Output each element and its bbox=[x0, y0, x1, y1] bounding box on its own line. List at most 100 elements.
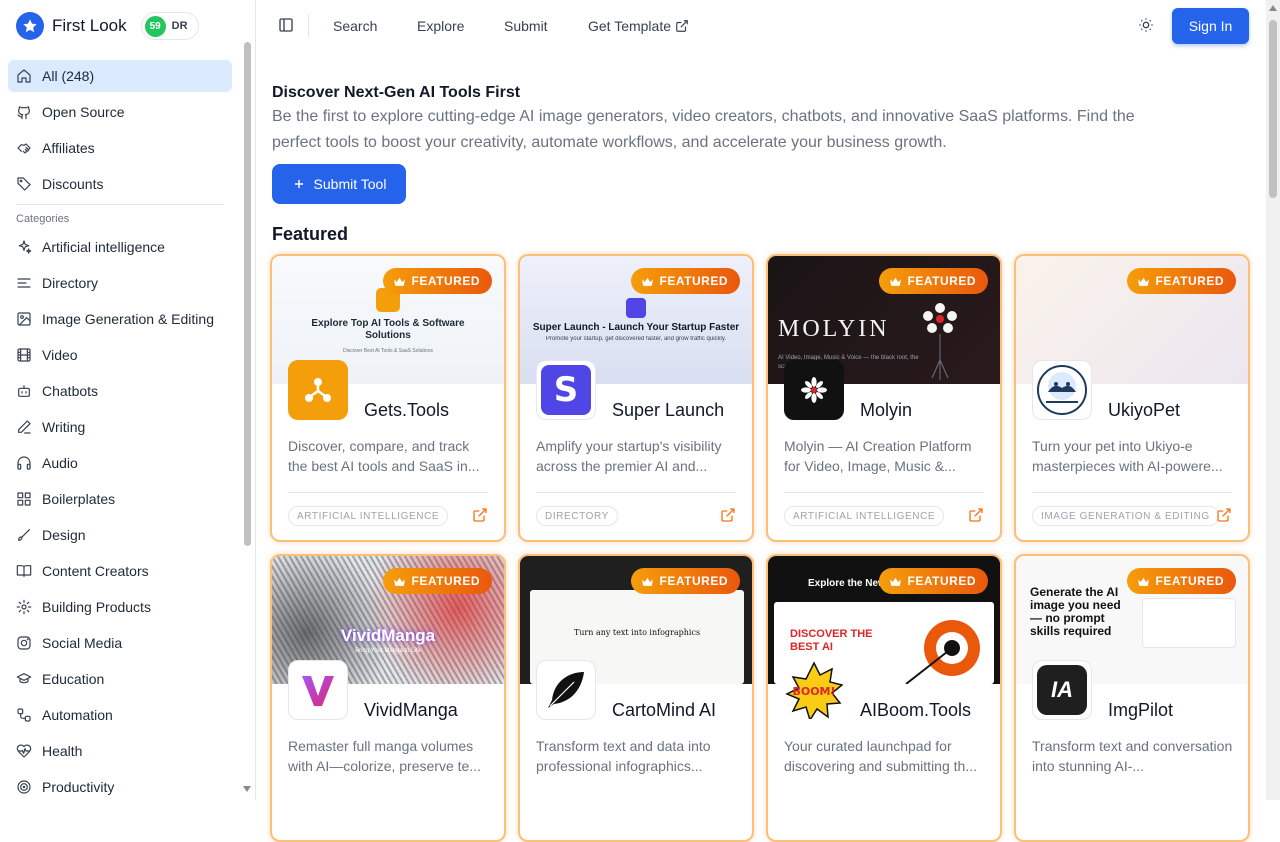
card-description: Amplify your startup's visibility across… bbox=[536, 438, 722, 474]
sidebar-item-health[interactable]: Health bbox=[8, 735, 232, 767]
flower-icon bbox=[923, 303, 957, 380]
external-link-icon[interactable] bbox=[968, 507, 984, 523]
featured-badge: FEATURED bbox=[630, 268, 740, 294]
card-category-tag[interactable]: IMAGE GENERATION & EDITING bbox=[1032, 506, 1219, 526]
main-scrollbar-thumb[interactable] bbox=[1269, 20, 1277, 198]
featured-badge: FEATURED bbox=[382, 268, 492, 294]
card-category-tag[interactable]: ARTIFICIAL INTELLIGENCE bbox=[288, 506, 449, 526]
external-link-icon[interactable] bbox=[720, 507, 736, 523]
external-link-icon[interactable] bbox=[472, 507, 488, 523]
featured-card[interactable]: MOLYIN AI Video, Image, Music & Voice — … bbox=[766, 254, 1002, 542]
sidebar-item-discounts[interactable]: Discounts bbox=[8, 168, 232, 200]
dr-label: DR bbox=[171, 20, 188, 32]
thumb-title: Explore Top AI Tools & Software Solution… bbox=[311, 318, 465, 341]
nav-submit-link[interactable]: Submit bbox=[504, 18, 548, 34]
sidebar-item-automation[interactable]: Automation bbox=[8, 699, 232, 731]
sidebar-item-open-source[interactable]: Open Source bbox=[8, 96, 232, 128]
card-category-tag[interactable]: ARTIFICIAL INTELLIGENCE bbox=[784, 506, 945, 526]
sidebar-item-label: Video bbox=[42, 347, 78, 363]
hero-title: Discover Next-Gen AI Tools First bbox=[272, 84, 521, 101]
sidebar-item-chatbots[interactable]: Chatbots bbox=[8, 375, 232, 407]
super-launch-logo-icon: S bbox=[541, 365, 591, 415]
sidebar-item-design[interactable]: Design bbox=[8, 519, 232, 551]
featured-card[interactable]: Generate the AI image you need — no prom… bbox=[1014, 554, 1250, 842]
sign-in-button[interactable]: Sign In bbox=[1172, 8, 1249, 44]
brand-name: First Look bbox=[52, 16, 127, 35]
card-description: Molyin — AI Creation Platform for Video,… bbox=[784, 438, 972, 474]
featured-badge-label: FEATURED bbox=[659, 274, 728, 288]
featured-badge: FEATURED bbox=[878, 268, 988, 294]
card-divider bbox=[1032, 492, 1232, 493]
list-icon bbox=[17, 278, 31, 288]
sidebar-item-all[interactable]: All (248) bbox=[8, 60, 232, 92]
nav-explore-link[interactable]: Explore bbox=[417, 18, 464, 34]
topbar-divider bbox=[308, 14, 309, 38]
molyin-logo-icon bbox=[801, 377, 827, 403]
brand[interactable]: First Look 59 DR bbox=[16, 12, 199, 40]
sidebar-item-education[interactable]: Education bbox=[8, 663, 232, 695]
card-category-tag[interactable]: DIRECTORY bbox=[536, 506, 618, 526]
boom-logo-icon: BOOM! bbox=[785, 661, 843, 719]
nav-search-link[interactable]: Search bbox=[333, 18, 377, 34]
home-icon bbox=[17, 69, 31, 83]
featured-card[interactable]: Explore Top AI Tools & Software Solution… bbox=[270, 254, 506, 542]
sidebar-item-label: Boilerplates bbox=[42, 491, 116, 507]
sidebar-item-social-media[interactable]: Social Media bbox=[8, 627, 232, 659]
crown-icon bbox=[641, 277, 653, 286]
featured-card[interactable]: Explore the New DISCOVER THE BEST AI FEA… bbox=[766, 554, 1002, 842]
target-art-icon bbox=[905, 620, 980, 684]
sidebar-item-image-generation[interactable]: Image Generation & Editing bbox=[8, 303, 232, 335]
main-scroll-up-icon[interactable] bbox=[1269, 5, 1277, 11]
sidebar-item-label: Writing bbox=[42, 419, 86, 435]
pen-icon bbox=[18, 420, 31, 434]
sidebar-nav: All (248) Open Source Affiliates Discoun… bbox=[8, 60, 232, 807]
featured-badge: FEATURED bbox=[1126, 568, 1236, 594]
sidebar-item-boilerplates[interactable]: Boilerplates bbox=[8, 483, 232, 515]
sidebar-item-label: All (248) bbox=[42, 68, 95, 84]
featured-badge: FEATURED bbox=[382, 568, 492, 594]
submit-tool-button[interactable]: Submit Tool bbox=[272, 164, 406, 204]
featured-card[interactable]: Turn any text into infographics FEATURED… bbox=[518, 554, 754, 842]
sidebar-item-directory[interactable]: Directory bbox=[8, 267, 232, 299]
card-logo: S bbox=[536, 360, 596, 420]
sidebar-item-label: Building Products bbox=[42, 599, 151, 615]
dr-badge[interactable]: 59 DR bbox=[140, 12, 199, 40]
thumb-panel bbox=[1142, 598, 1236, 648]
sidebar-item-building-products[interactable]: Building Products bbox=[8, 591, 232, 623]
sidebar-item-affiliates[interactable]: Affiliates bbox=[8, 132, 232, 164]
vividmanga-logo-icon bbox=[302, 676, 334, 706]
featured-card[interactable]: VividManga Bring Your Manga to Life FEAT… bbox=[270, 554, 506, 842]
crown-icon bbox=[1137, 277, 1149, 286]
sidebar-scrollbar[interactable] bbox=[244, 42, 251, 546]
sidebar-item-productivity[interactable]: Productivity bbox=[8, 771, 232, 803]
thumb-subtitle: Discover Best AI Tools & SaaS Solutions bbox=[343, 348, 433, 354]
sidebar-item-writing[interactable]: Writing bbox=[8, 411, 232, 443]
sidebar-toggle-icon[interactable] bbox=[278, 17, 294, 38]
sidebar-item-audio[interactable]: Audio bbox=[8, 447, 232, 479]
featured-card[interactable]: FEATURED UkiyoPet Turn your pet into Uki… bbox=[1014, 254, 1250, 542]
crown-icon bbox=[641, 577, 653, 586]
crown-icon bbox=[393, 577, 405, 586]
sidebar-item-video[interactable]: Video bbox=[8, 339, 232, 371]
hero-description: Be the first to explore cutting-edge AI … bbox=[272, 108, 1135, 151]
card-name: Gets.Tools bbox=[364, 400, 450, 420]
featured-badge: FEATURED bbox=[878, 568, 988, 594]
external-link-icon[interactable] bbox=[1216, 507, 1232, 523]
featured-badge: FEATURED bbox=[630, 568, 740, 594]
nav-get-template-link[interactable]: Get Template bbox=[588, 18, 689, 34]
submit-tool-label: Submit Tool bbox=[313, 176, 387, 192]
thumb-title: DISCOVER THE BEST AI bbox=[790, 628, 873, 653]
sidebar-item-label: Affiliates bbox=[42, 140, 95, 156]
featured-badge-label: FEATURED bbox=[1155, 274, 1224, 288]
sidebar-item-label: Education bbox=[42, 671, 105, 687]
sidebar-item-artificial-intelligence[interactable]: Artificial intelligence bbox=[8, 231, 232, 263]
featured-badge-label: FEATURED bbox=[907, 274, 976, 288]
sun-icon[interactable] bbox=[1138, 17, 1154, 38]
sidebar-item-label: Audio bbox=[42, 455, 78, 471]
thumb-subtitle: Explore the New bbox=[808, 578, 886, 589]
card-description: Remaster full manga volumes with AI—colo… bbox=[288, 738, 481, 774]
featured-card[interactable]: Super Launch - Launch Your Startup Faste… bbox=[518, 254, 754, 542]
sidebar-item-content-creators[interactable]: Content Creators bbox=[8, 555, 232, 587]
thumb-subtitle: Promote your startup, get discovered fas… bbox=[545, 336, 727, 342]
sidebar-scroll-down-icon[interactable] bbox=[243, 786, 251, 792]
